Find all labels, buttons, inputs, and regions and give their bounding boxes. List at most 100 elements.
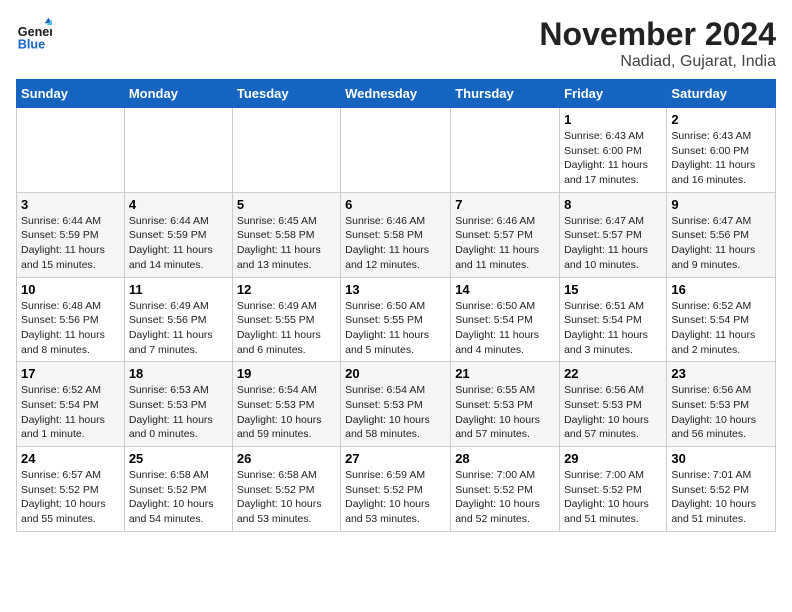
day-detail: Sunrise: 6:46 AM Sunset: 5:58 PM Dayligh… xyxy=(345,214,446,273)
weekday-header-monday: Monday xyxy=(124,80,232,108)
day-number: 18 xyxy=(129,366,228,381)
calendar-cell: 17 Sunrise: 6:52 AM Sunset: 5:54 PM Dayli… xyxy=(17,362,125,447)
day-number: 12 xyxy=(237,282,336,297)
day-detail: Sunrise: 6:53 AM Sunset: 5:53 PM Dayligh… xyxy=(129,383,228,442)
calendar-cell: 13Sunrise: 6:50 AM Sunset: 5:55 PM Dayli… xyxy=(341,277,451,362)
calendar-cell: 25 Sunrise: 6:58 AM Sunset: 5:52 PM Dayli… xyxy=(124,447,232,532)
calendar-cell: 4Sunrise: 6:44 AM Sunset: 5:59 PM Daylig… xyxy=(124,192,232,277)
weekday-header-saturday: Saturday xyxy=(667,80,776,108)
calendar-cell: 29 Sunrise: 7:00 AM Sunset: 5:52 PM Dayli… xyxy=(560,447,667,532)
day-number: 27 xyxy=(345,451,446,466)
calendar-cell: 30 Sunrise: 7:01 AM Sunset: 5:52 PM Dayli… xyxy=(667,447,776,532)
day-detail: Sunrise: 6:59 AM Sunset: 5:52 PM Dayligh… xyxy=(345,468,446,527)
svg-text:Blue: Blue xyxy=(18,37,45,51)
calendar-week-row: 10Sunrise: 6:48 AM Sunset: 5:56 PM Dayli… xyxy=(17,277,776,362)
day-number: 6 xyxy=(345,197,446,212)
day-detail: Sunrise: 6:54 AM Sunset: 5:53 PM Dayligh… xyxy=(345,383,446,442)
day-detail: Sunrise: 6:50 AM Sunset: 5:55 PM Dayligh… xyxy=(345,299,446,358)
day-detail: Sunrise: 6:50 AM Sunset: 5:54 PM Dayligh… xyxy=(455,299,555,358)
day-number: 17 xyxy=(21,366,120,381)
logo: General Blue xyxy=(16,16,52,52)
day-number: 4 xyxy=(129,197,228,212)
calendar-cell: 18 Sunrise: 6:53 AM Sunset: 5:53 PM Dayli… xyxy=(124,362,232,447)
header: General Blue November 2024 Nadiad, Gujar… xyxy=(16,16,776,71)
day-number: 23 xyxy=(671,366,771,381)
day-number: 24 xyxy=(21,451,120,466)
calendar-cell: 7Sunrise: 6:46 AM Sunset: 5:57 PM Daylig… xyxy=(451,192,560,277)
calendar-cell: 1 Sunrise: 6:43 AM Sunset: 6:00 PM Daylig… xyxy=(560,108,667,193)
day-detail: Sunrise: 6:44 AM Sunset: 5:59 PM Dayligh… xyxy=(21,214,120,273)
day-detail: Sunrise: 6:52 AM Sunset: 5:54 PM Dayligh… xyxy=(671,299,771,358)
calendar-cell xyxy=(232,108,340,193)
day-detail: Sunrise: 6:49 AM Sunset: 5:56 PM Dayligh… xyxy=(129,299,228,358)
location-title: Nadiad, Gujarat, India xyxy=(539,53,776,71)
day-number: 30 xyxy=(671,451,771,466)
calendar-cell: 14 Sunrise: 6:50 AM Sunset: 5:54 PM Dayli… xyxy=(451,277,560,362)
calendar-cell: 21 Sunrise: 6:55 AM Sunset: 5:53 PM Dayli… xyxy=(451,362,560,447)
day-detail: Sunrise: 6:43 AM Sunset: 6:00 PM Dayligh… xyxy=(671,129,771,188)
day-detail: Sunrise: 6:56 AM Sunset: 5:53 PM Dayligh… xyxy=(671,383,771,442)
day-number: 11 xyxy=(129,282,228,297)
day-number: 8 xyxy=(564,197,662,212)
weekday-header-wednesday: Wednesday xyxy=(341,80,451,108)
day-detail: Sunrise: 6:52 AM Sunset: 5:54 PM Dayligh… xyxy=(21,383,120,442)
day-number: 14 xyxy=(455,282,555,297)
day-number: 25 xyxy=(129,451,228,466)
calendar-cell: 15 Sunrise: 6:51 AM Sunset: 5:54 PM Dayli… xyxy=(560,277,667,362)
calendar-cell: 9 Sunrise: 6:47 AM Sunset: 5:56 PM Daylig… xyxy=(667,192,776,277)
calendar-week-row: 1 Sunrise: 6:43 AM Sunset: 6:00 PM Daylig… xyxy=(17,108,776,193)
month-title: November 2024 xyxy=(539,16,776,53)
day-number: 16 xyxy=(671,282,771,297)
calendar-week-row: 17 Sunrise: 6:52 AM Sunset: 5:54 PM Dayli… xyxy=(17,362,776,447)
calendar-cell: 2Sunrise: 6:43 AM Sunset: 6:00 PM Daylig… xyxy=(667,108,776,193)
day-number: 9 xyxy=(671,197,771,212)
day-detail: Sunrise: 6:57 AM Sunset: 5:52 PM Dayligh… xyxy=(21,468,120,527)
day-detail: Sunrise: 6:47 AM Sunset: 5:57 PM Dayligh… xyxy=(564,214,662,273)
day-detail: Sunrise: 6:56 AM Sunset: 5:53 PM Dayligh… xyxy=(564,383,662,442)
title-area: November 2024 Nadiad, Gujarat, India xyxy=(539,16,776,71)
calendar-cell xyxy=(124,108,232,193)
calendar-cell: 8 Sunrise: 6:47 AM Sunset: 5:57 PM Daylig… xyxy=(560,192,667,277)
day-number: 15 xyxy=(564,282,662,297)
day-detail: Sunrise: 7:00 AM Sunset: 5:52 PM Dayligh… xyxy=(455,468,555,527)
day-number: 5 xyxy=(237,197,336,212)
day-detail: Sunrise: 6:45 AM Sunset: 5:58 PM Dayligh… xyxy=(237,214,336,273)
weekday-header-friday: Friday xyxy=(560,80,667,108)
calendar-cell: 26 Sunrise: 6:58 AM Sunset: 5:52 PM Dayli… xyxy=(232,447,340,532)
day-detail: Sunrise: 7:00 AM Sunset: 5:52 PM Dayligh… xyxy=(564,468,662,527)
calendar-cell: 10Sunrise: 6:48 AM Sunset: 5:56 PM Dayli… xyxy=(17,277,125,362)
calendar-cell: 16 Sunrise: 6:52 AM Sunset: 5:54 PM Dayli… xyxy=(667,277,776,362)
calendar-cell: 19Sunrise: 6:54 AM Sunset: 5:53 PM Dayli… xyxy=(232,362,340,447)
day-detail: Sunrise: 6:58 AM Sunset: 5:52 PM Dayligh… xyxy=(129,468,228,527)
day-number: 29 xyxy=(564,451,662,466)
day-number: 10 xyxy=(21,282,120,297)
day-detail: Sunrise: 7:01 AM Sunset: 5:52 PM Dayligh… xyxy=(671,468,771,527)
weekday-header-tuesday: Tuesday xyxy=(232,80,340,108)
day-detail: Sunrise: 6:43 AM Sunset: 6:00 PM Dayligh… xyxy=(564,129,662,188)
day-number: 26 xyxy=(237,451,336,466)
day-number: 1 xyxy=(564,112,662,127)
day-number: 28 xyxy=(455,451,555,466)
calendar-cell xyxy=(341,108,451,193)
day-number: 3 xyxy=(21,197,120,212)
day-detail: Sunrise: 6:47 AM Sunset: 5:56 PM Dayligh… xyxy=(671,214,771,273)
calendar-week-row: 24 Sunrise: 6:57 AM Sunset: 5:52 PM Dayli… xyxy=(17,447,776,532)
calendar-week-row: 3 Sunrise: 6:44 AM Sunset: 5:59 PM Daylig… xyxy=(17,192,776,277)
day-detail: Sunrise: 6:58 AM Sunset: 5:52 PM Dayligh… xyxy=(237,468,336,527)
weekday-header-row: SundayMondayTuesdayWednesdayThursdayFrid… xyxy=(17,80,776,108)
day-detail: Sunrise: 6:49 AM Sunset: 5:55 PM Dayligh… xyxy=(237,299,336,358)
calendar-cell: 6 Sunrise: 6:46 AM Sunset: 5:58 PM Daylig… xyxy=(341,192,451,277)
day-number: 20 xyxy=(345,366,446,381)
calendar-cell: 28 Sunrise: 7:00 AM Sunset: 5:52 PM Dayli… xyxy=(451,447,560,532)
calendar-cell: 20 Sunrise: 6:54 AM Sunset: 5:53 PM Dayli… xyxy=(341,362,451,447)
calendar-cell: 12 Sunrise: 6:49 AM Sunset: 5:55 PM Dayli… xyxy=(232,277,340,362)
day-detail: Sunrise: 6:55 AM Sunset: 5:53 PM Dayligh… xyxy=(455,383,555,442)
day-detail: Sunrise: 6:51 AM Sunset: 5:54 PM Dayligh… xyxy=(564,299,662,358)
day-number: 21 xyxy=(455,366,555,381)
calendar-cell xyxy=(451,108,560,193)
day-detail: Sunrise: 6:46 AM Sunset: 5:57 PM Dayligh… xyxy=(455,214,555,273)
weekday-header-thursday: Thursday xyxy=(451,80,560,108)
calendar-cell xyxy=(17,108,125,193)
weekday-header-sunday: Sunday xyxy=(17,80,125,108)
day-number: 19 xyxy=(237,366,336,381)
